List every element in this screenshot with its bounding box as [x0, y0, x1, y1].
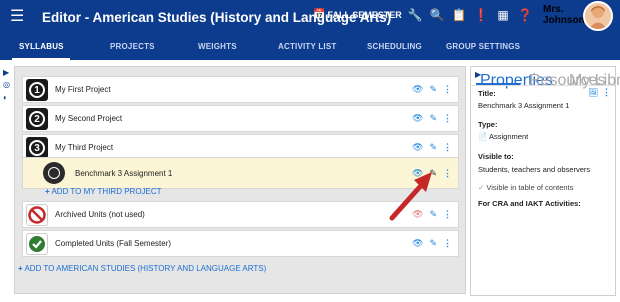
apps-grid-icon[interactable]: ▦: [496, 8, 510, 22]
visible-label: Visible to:: [478, 152, 514, 161]
row-actions: 👁 ✎ ⋮: [412, 113, 452, 124]
type-value-text: Assignment: [489, 132, 529, 141]
assignment-icon: [43, 162, 65, 184]
row-actions: 👁 ✎ ⋮: [412, 84, 452, 95]
kebab-menu-icon[interactable]: ⋮: [443, 209, 452, 220]
image-icon[interactable]: 🖼: [588, 88, 598, 97]
kebab-menu-icon[interactable]: ⋮: [443, 113, 452, 124]
tab-group-settings[interactable]: GROUP SETTINGS: [446, 42, 520, 51]
pencil-icon[interactable]: ✎: [429, 238, 437, 249]
user-name-line1: Mrs.: [543, 4, 564, 15]
eye-icon[interactable]: 👁: [412, 142, 423, 153]
expand-arrow-icon[interactable]: ▶: [3, 68, 9, 77]
semester-selector[interactable]: 📅 FALL SEMESTER: [313, 9, 402, 20]
badge-number: 3: [29, 140, 45, 156]
add-to-third-project-link[interactable]: + ADD TO MY THIRD PROJECT: [45, 187, 162, 196]
row-actions: 👁 ✎ ⋮: [412, 142, 452, 153]
row-label: My First Project: [55, 85, 111, 94]
active-tab-indicator: [12, 58, 70, 60]
tab-scheduling[interactable]: SCHEDULING: [367, 42, 422, 51]
eye-icon[interactable]: 👁: [412, 113, 423, 124]
syllabus-row-second-project[interactable]: 2 My Second Project 👁 ✎ ⋮: [22, 105, 459, 132]
hamburger-icon[interactable]: ☰: [10, 9, 34, 25]
visible-toc-checkbox[interactable]: ✓ Visible in table of contents: [478, 183, 573, 192]
add-link-label: ADD TO AMERICAN STUDIES (HISTORY AND LAN…: [24, 264, 267, 273]
visible-toc-label: Visible in table of contents: [486, 183, 574, 192]
type-label: Type:: [478, 120, 498, 129]
title-label: Title:: [478, 89, 496, 98]
cra-label: For CRA and IAKT Activities:: [478, 199, 581, 208]
kebab-menu-icon[interactable]: ⋮: [443, 168, 452, 179]
row-label: Benchmark 3 Assignment 1: [75, 169, 173, 178]
tab-syllabus[interactable]: SYLLABUS: [19, 42, 64, 51]
eye-icon[interactable]: 👁: [412, 238, 423, 249]
check-icon: ✓: [478, 183, 485, 192]
contrast-icon[interactable]: ◐: [3, 93, 8, 102]
divider: [471, 85, 615, 86]
user-name[interactable]: Mrs. Johnson: [543, 4, 585, 26]
help-icon[interactable]: ❓: [518, 8, 533, 22]
number-three-badge: 3: [26, 137, 48, 159]
kebab-menu-icon[interactable]: ⋮: [443, 142, 452, 153]
badge-number: 1: [29, 82, 45, 98]
pencil-icon[interactable]: ✎: [429, 84, 437, 95]
type-value: 📄 Assignment: [478, 132, 528, 141]
semester-label: FALL SEMESTER: [327, 9, 402, 20]
plus-icon: +: [18, 264, 23, 273]
visible-value: Students, teachers and observers: [478, 165, 591, 174]
add-link-label: ADD TO MY THIRD PROJECT: [51, 187, 162, 196]
title-value: Benchmark 3 Assignment 1: [478, 101, 570, 110]
alert-icon[interactable]: ❗: [474, 8, 489, 22]
avatar[interactable]: [583, 1, 613, 31]
annotation-arrow-icon: [389, 172, 432, 221]
syllabus-row-first-project[interactable]: 1 My First Project 👁 ✎ ⋮: [22, 76, 459, 103]
kebab-menu-icon[interactable]: ⋮: [602, 87, 611, 98]
document-icon: 📄: [478, 132, 488, 141]
syllabus-row-completed-units[interactable]: Completed Units (Fall Semester) 👁 ✎ ⋮: [22, 230, 459, 257]
kebab-menu-icon[interactable]: ⋮: [443, 84, 452, 95]
number-two-badge: 2: [26, 108, 48, 130]
badge-number: 2: [29, 111, 45, 127]
tab-weights[interactable]: WEIGHTS: [198, 42, 237, 51]
kebab-menu-icon[interactable]: ⋮: [443, 238, 452, 249]
checkmark-icon: [26, 233, 48, 255]
tab-bar: SYLLABUS PROJECTS WEIGHTS ACTIVITY LIST …: [0, 34, 620, 60]
no-entry-icon: [26, 204, 48, 226]
pencil-icon[interactable]: ✎: [429, 113, 437, 124]
user-name-line2: Johnson: [543, 15, 585, 26]
preview-icon[interactable]: 🔍: [430, 8, 445, 22]
wrench-icon[interactable]: 🔧: [408, 8, 423, 22]
eye-icon[interactable]: 👁: [412, 84, 423, 95]
tab-activity-list[interactable]: ACTIVITY LIST: [278, 42, 336, 51]
left-toolbar: ▶ ◎ ◐: [0, 60, 14, 302]
properties-panel: ▶ Properties Resources My Library Title:…: [470, 66, 620, 296]
pencil-icon[interactable]: ✎: [429, 142, 437, 153]
target-icon[interactable]: ◎: [3, 80, 10, 89]
number-one-badge: 1: [26, 79, 48, 101]
row-label: Completed Units (Fall Semester): [55, 239, 172, 248]
row-label: Archived Units (not used): [55, 210, 145, 219]
add-to-course-link[interactable]: + ADD TO AMERICAN STUDIES (HISTORY AND L…: [18, 264, 266, 273]
plus-icon: +: [45, 187, 50, 196]
row-label: My Third Project: [55, 143, 114, 152]
row-label: My Second Project: [55, 114, 123, 123]
row-actions: 👁 ✎ ⋮: [412, 238, 452, 249]
calendar-icon: 📅: [313, 9, 326, 20]
tab-projects[interactable]: PROJECTS: [110, 42, 155, 51]
clipboard-icon[interactable]: 📋: [452, 8, 467, 22]
